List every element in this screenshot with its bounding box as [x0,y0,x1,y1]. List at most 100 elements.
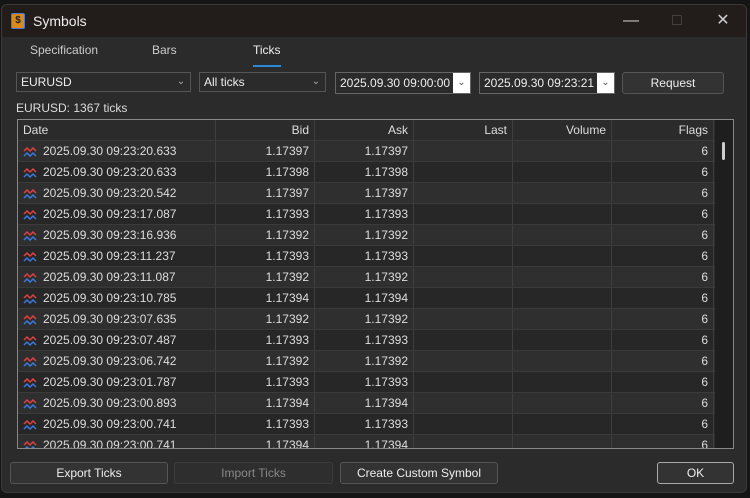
col-date[interactable]: Date [18,120,216,140]
scrollbar-thumb[interactable] [722,142,725,160]
tab-bars[interactable]: Bars [152,43,177,57]
flags-value: 6 [701,312,708,326]
cell-ask: 1.17393 [315,414,414,434]
table-row[interactable]: 2025.09.30 09:23:16.936 1.17392 1.17392 6 [18,224,733,245]
table-row[interactable]: 2025.09.30 09:23:06.742 1.17392 1.17392 6 [18,350,733,371]
table-row[interactable]: 2025.09.30 09:23:20.542 1.17397 1.17397 6 [18,182,733,203]
cell-volume [513,435,612,448]
cell-volume [513,183,612,203]
cell-bid: 1.17392 [216,309,315,329]
ask-value: 1.17393 [364,333,408,347]
table-row[interactable]: 2025.09.30 09:23:20.633 1.17398 1.17398 6 [18,161,733,182]
close-icon[interactable]: ✕ [700,5,746,37]
ask-value: 1.17393 [364,249,408,263]
table-row[interactable]: 2025.09.30 09:23:11.237 1.17393 1.17393 6 [18,245,733,266]
cell-last [414,309,513,329]
cell-bid: 1.17392 [216,225,315,245]
request-button[interactable]: Request [622,72,724,94]
cell-ask: 1.17397 [315,141,414,161]
bid-ask-tick-icon [23,188,37,199]
cell-flags: 6 [612,372,714,392]
cell-ask: 1.17394 [315,393,414,413]
date-value: 2025.09.30 09:23:01.787 [43,375,177,389]
table-row[interactable]: 2025.09.30 09:23:11.087 1.17392 1.17392 6 [18,266,733,287]
bid-ask-tick-icon [23,293,37,304]
table-header: Date Bid Ask Last Volume Flags [18,120,733,140]
table-row[interactable]: 2025.09.30 09:23:00.741 1.17393 1.17393 6 [18,413,733,434]
cell-ask: 1.17392 [315,225,414,245]
ask-value: 1.17393 [364,375,408,389]
cell-bid: 1.17392 [216,267,315,287]
date-value: 2025.09.30 09:23:00.893 [43,396,177,410]
symbol-select[interactable]: EURUSD ⌄ [16,72,191,92]
ticks-table: Date Bid Ask Last Volume Flags 2025.09.3… [17,119,734,449]
tick-type-value: All ticks [204,75,245,89]
chevron-down-icon: ⌄ [176,76,186,87]
date-value: 2025.09.30 09:23:06.742 [43,354,177,368]
col-volume[interactable]: Volume [513,120,612,140]
date-value: 2025.09.30 09:23:10.785 [43,291,177,305]
col-flags[interactable]: Flags [612,120,714,140]
bid-ask-tick-icon [23,356,37,367]
cell-volume [513,162,612,182]
import-ticks-button[interactable]: Import Ticks [174,462,333,484]
cell-flags: 6 [612,162,714,182]
cell-ask: 1.17398 [315,162,414,182]
bid-value: 1.17393 [265,249,309,263]
date-from-picker[interactable]: 2025.09.30 09:00:00 ⌄ [335,72,471,94]
col-bid[interactable]: Bid [216,120,315,140]
table-row[interactable]: 2025.09.30 09:23:07.635 1.17392 1.17392 6 [18,308,733,329]
vertical-scrollbar[interactable] [715,120,733,448]
tick-type-select[interactable]: All ticks ⌄ [199,72,326,92]
export-ticks-button[interactable]: Export Ticks [10,462,168,484]
maximize-icon[interactable]: □ [654,5,700,37]
table-row[interactable]: 2025.09.30 09:23:17.087 1.17393 1.17393 6 [18,203,733,224]
cell-date: 2025.09.30 09:23:20.542 [18,183,216,203]
cell-volume [513,309,612,329]
bid-value: 1.17392 [265,228,309,242]
col-ask[interactable]: Ask [315,120,414,140]
table-row[interactable]: 2025.09.30 09:23:20.633 1.17397 1.17397 6 [18,140,733,161]
table-row[interactable]: 2025.09.30 09:23:00.741 1.17394 1.17394 6 [18,434,733,449]
ask-value: 1.17394 [364,438,408,449]
cell-date: 2025.09.30 09:23:00.741 [18,435,216,448]
table-row[interactable]: 2025.09.30 09:23:07.487 1.17393 1.17393 6 [18,329,733,350]
cell-ask: 1.17394 [315,288,414,308]
table-row[interactable]: 2025.09.30 09:23:10.785 1.17394 1.17394 6 [18,287,733,308]
table-row[interactable]: 2025.09.30 09:23:00.893 1.17394 1.17394 6 [18,392,733,413]
cell-last [414,225,513,245]
chevron-down-icon[interactable]: ⌄ [453,73,470,93]
tab-ticks[interactable]: Ticks [253,43,281,67]
ask-value: 1.17392 [364,270,408,284]
tab-specification[interactable]: Specification [30,43,98,57]
cell-last [414,204,513,224]
bid-value: 1.17393 [265,375,309,389]
bid-ask-tick-icon [23,419,37,430]
flags-value: 6 [701,396,708,410]
cell-flags: 6 [612,204,714,224]
bid-ask-tick-icon [23,314,37,325]
cell-bid: 1.17393 [216,204,315,224]
cell-last [414,372,513,392]
cell-ask: 1.17397 [315,183,414,203]
cell-flags: 6 [612,225,714,245]
cell-bid: 1.17397 [216,141,315,161]
cell-ask: 1.17393 [315,246,414,266]
flags-value: 6 [701,144,708,158]
cell-last [414,435,513,448]
col-last[interactable]: Last [414,120,513,140]
date-value: 2025.09.30 09:23:11.087 [43,270,176,284]
flags-value: 6 [701,417,708,431]
cell-date: 2025.09.30 09:23:01.787 [18,372,216,392]
create-custom-symbol-button[interactable]: Create Custom Symbol [340,462,498,484]
date-to-picker[interactable]: 2025.09.30 09:23:21 ⌄ [479,72,615,94]
minimize-icon[interactable]: — [608,5,654,37]
bid-value: 1.17392 [265,270,309,284]
cell-flags: 6 [612,330,714,350]
cell-flags: 6 [612,435,714,448]
cell-bid: 1.17397 [216,183,315,203]
ok-button[interactable]: OK [657,462,734,484]
cell-bid: 1.17393 [216,372,315,392]
table-row[interactable]: 2025.09.30 09:23:01.787 1.17393 1.17393 6 [18,371,733,392]
chevron-down-icon[interactable]: ⌄ [597,73,614,93]
